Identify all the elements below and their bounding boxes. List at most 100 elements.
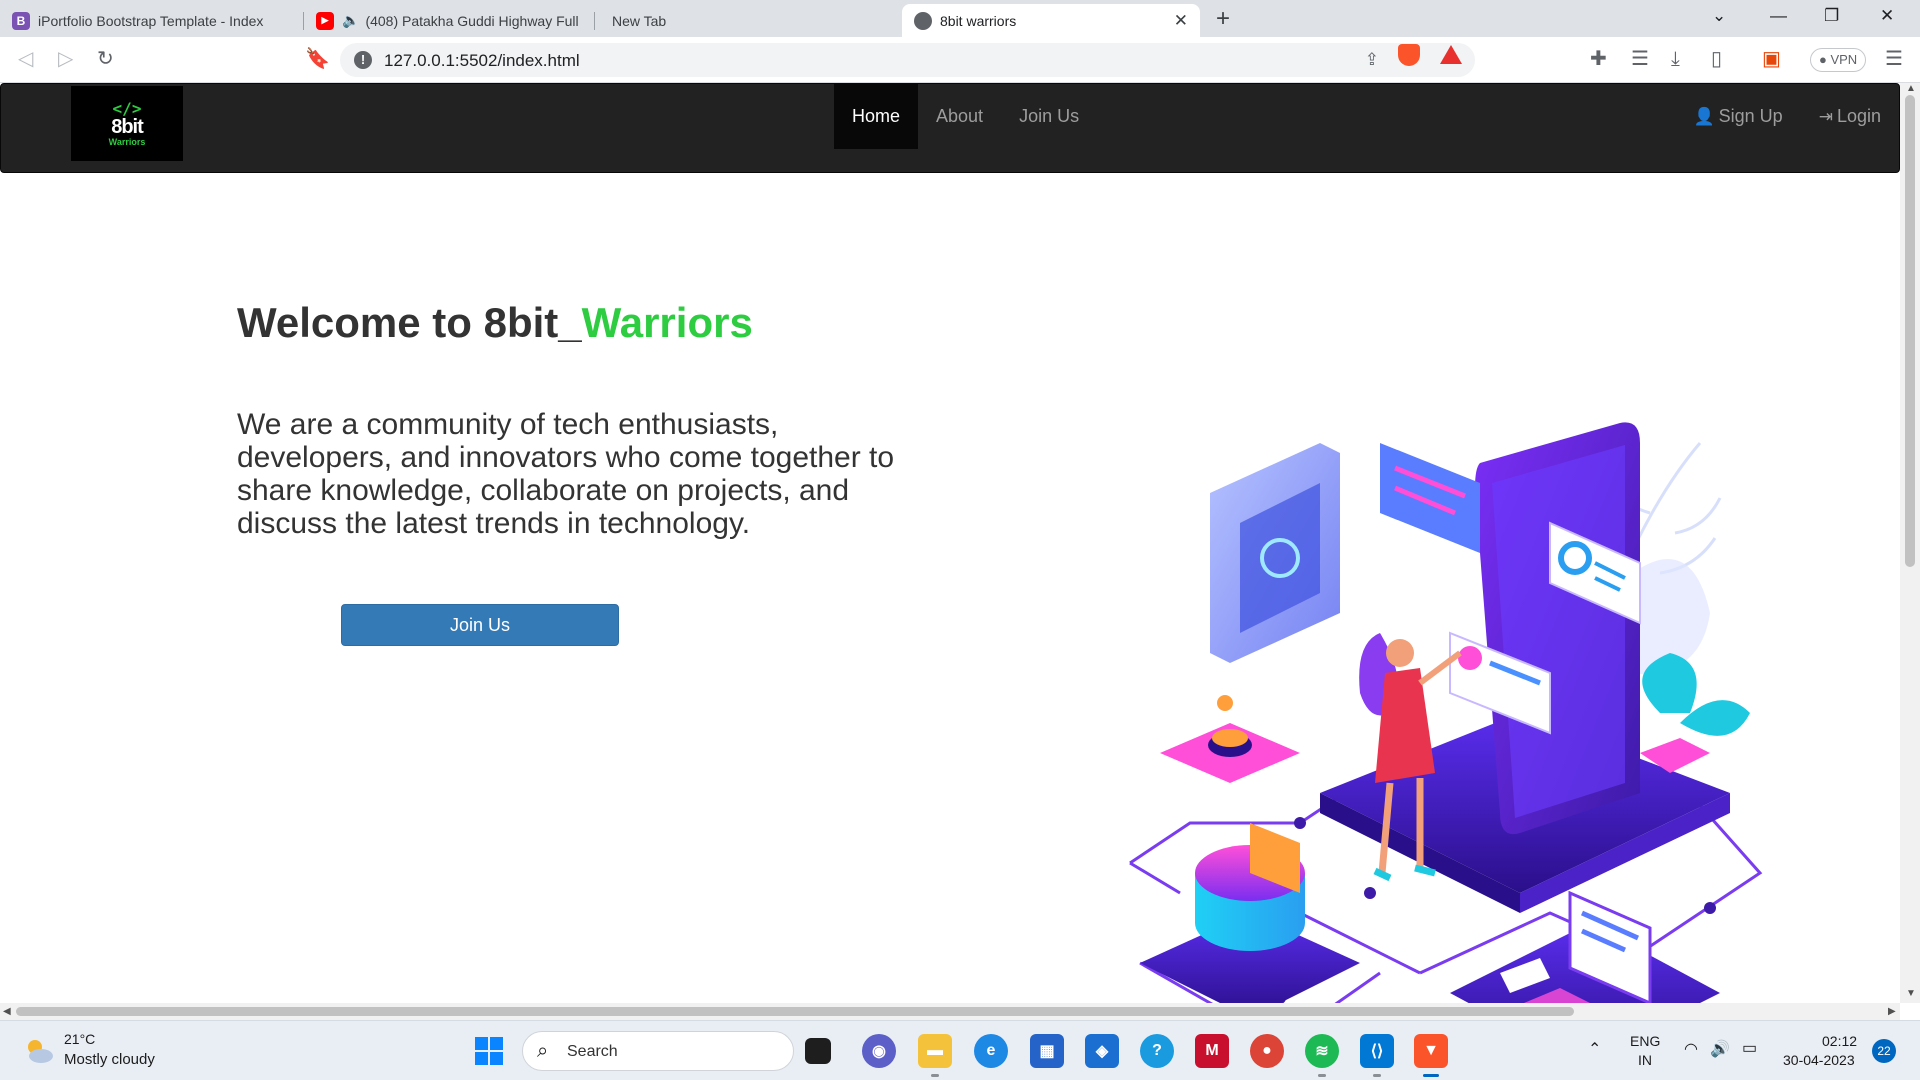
bookmark-icon[interactable]: 🔖 <box>305 47 330 71</box>
vertical-scrollbar[interactable]: ▲ ▼ <box>1900 83 1920 1003</box>
downloads-icon[interactable]: ⤓ <box>1671 47 1680 71</box>
auth-nav: 👤 Sign Up ⇥ Login <box>1675 84 1899 149</box>
login-icon: ⇥ <box>1818 107 1833 126</box>
site-logo[interactable]: </> 8bit Warriors <box>71 86 183 161</box>
clock-time[interactable]: 02:12 <box>1822 1033 1857 1049</box>
nav-sign-up[interactable]: 👤 Sign Up <box>1675 84 1800 149</box>
hero-description: We are a community of tech enthusiasts, … <box>237 408 895 540</box>
vpn-button[interactable]: ● VPN <box>1810 48 1867 72</box>
address-bar[interactable]: ! 127.0.0.1:5502/index.html ⇪ <box>340 43 1475 77</box>
clock-date[interactable]: 30-04-2023 <box>1783 1052 1855 1068</box>
security-app-icon[interactable]: ◈ <box>1085 1034 1119 1068</box>
tab-search-chevron-icon[interactable]: ⌄ <box>1712 6 1726 26</box>
scroll-right-icon[interactable]: ▶ <box>1888 1006 1896 1017</box>
task-view-icon[interactable] <box>805 1038 831 1064</box>
battery-icon[interactable]: ▭ <box>1742 1038 1757 1058</box>
restore-button[interactable]: ❐ <box>1824 6 1839 26</box>
site-info-icon[interactable]: ! <box>354 51 372 69</box>
url-text[interactable]: 127.0.0.1:5502/index.html <box>384 51 580 71</box>
edge-browser-icon[interactable]: e <box>974 1034 1008 1068</box>
bootstrap-icon: B <box>12 11 30 30</box>
youtube-icon: ▶ <box>316 11 334 30</box>
running-indicator <box>1318 1074 1326 1077</box>
help-icon[interactable]: ? <box>1140 1034 1174 1068</box>
tab-8bit-warriors[interactable]: 8bit warriors ✕ <box>902 4 1200 37</box>
vertical-scroll-thumb[interactable] <box>1905 95 1915 567</box>
sidebar-icon[interactable]: ▯ <box>1711 47 1722 71</box>
mcafee-icon[interactable]: M <box>1195 1034 1229 1068</box>
windows-taskbar: 21°C Mostly cloudy ⌕ Search ◉ ▬ e ▦ ◈ ? … <box>0 1020 1920 1080</box>
nav-about[interactable]: About <box>918 84 1001 149</box>
wallet-icon[interactable]: ▣ <box>1762 47 1781 71</box>
scroll-down-icon[interactable]: ▼ <box>1906 988 1916 999</box>
search-label: Search <box>567 1043 618 1060</box>
start-button[interactable] <box>472 1034 506 1068</box>
horizontal-scrollbar[interactable]: ◀ ▶ <box>0 1003 1900 1020</box>
browser-tab-bar: B iPortfolio Bootstrap Template - Index … <box>0 0 1920 37</box>
speaker-icon[interactable]: 🔈 <box>342 12 359 29</box>
nav-join-us[interactable]: Join Us <box>1001 84 1097 149</box>
main-nav: Home About Join Us <box>834 84 1097 149</box>
nav-home[interactable]: Home <box>834 84 919 149</box>
forward-icon[interactable]: ▷ <box>58 47 73 71</box>
plant-leaves <box>1642 653 1750 736</box>
taskbar-search[interactable]: ⌕ Search <box>522 1031 794 1071</box>
brave-rewards-icon[interactable] <box>1440 45 1462 64</box>
file-explorer-icon[interactable]: ▬ <box>918 1034 952 1068</box>
horizontal-scroll-thumb[interactable] <box>16 1007 1574 1016</box>
ui-card-top <box>1380 443 1480 553</box>
globe-icon <box>914 11 932 30</box>
tab-new-tab[interactable]: New Tab <box>596 4 896 37</box>
join-us-button[interactable]: Join Us <box>341 604 619 646</box>
back-icon[interactable]: ◁ <box>18 47 33 71</box>
scroll-up-icon[interactable]: ▲ <box>1906 83 1916 94</box>
tab-iportfolio[interactable]: B iPortfolio Bootstrap Template - Index <box>0 4 300 37</box>
user-icon: 👤 <box>1693 107 1715 126</box>
menu-icon[interactable]: ☰ <box>1885 47 1903 71</box>
hero-illustration <box>1129 422 1763 1003</box>
notification-badge[interactable]: 22 <box>1872 1039 1896 1063</box>
show-hidden-icons-chevron[interactable]: ⌃ <box>1588 1039 1601 1059</box>
teams-chat-icon[interactable]: ◉ <box>862 1034 896 1068</box>
weather-cloudy-icon[interactable] <box>22 1034 56 1068</box>
site-navbar: </> 8bit Warriors Home About Join Us 👤 S… <box>0 83 1900 173</box>
hero-title: Welcome to 8bit_Warriors <box>237 299 753 347</box>
sign-up-label: Sign Up <box>1718 106 1783 126</box>
share-icon[interactable]: ⇪ <box>1365 50 1379 70</box>
language-line1[interactable]: ENG <box>1630 1033 1660 1049</box>
running-indicator <box>1373 1074 1381 1077</box>
hero-title-accent: Warriors <box>581 299 753 346</box>
brave-shields-icon[interactable] <box>1398 44 1420 66</box>
tab-title: iPortfolio Bootstrap Template - Index <box>38 12 264 29</box>
tab-title: (408) Patakha Guddi Highway Full <box>365 12 579 29</box>
tab-separator <box>594 12 595 30</box>
close-window-button[interactable]: ✕ <box>1880 6 1894 26</box>
language-line2[interactable]: IN <box>1638 1052 1652 1068</box>
close-tab-icon[interactable]: ✕ <box>1174 11 1188 31</box>
windows-logo-icon <box>475 1037 503 1065</box>
tab-youtube[interactable]: ▶ 🔈 (408) Patakha Guddi Highway Full <box>304 4 590 37</box>
brave-browser-icon[interactable]: ▼ <box>1414 1034 1448 1068</box>
hero-title-prefix: Welcome to 8bit_ <box>237 299 582 346</box>
extensions-icon[interactable]: ✚ <box>1590 47 1607 71</box>
minimize-button[interactable]: — <box>1770 6 1787 26</box>
weather-temperature[interactable]: 21°C <box>64 1031 95 1047</box>
vpn-label: VPN <box>1830 52 1858 67</box>
weather-description[interactable]: Mostly cloudy <box>64 1051 155 1068</box>
volume-icon[interactable]: 🔊 <box>1710 1039 1730 1059</box>
wifi-icon[interactable]: ◠ <box>1684 1039 1698 1059</box>
chrome-icon[interactable]: ● <box>1250 1034 1284 1068</box>
vscode-icon[interactable]: ⟨⟩ <box>1360 1034 1394 1068</box>
logo-subtitle: Warriors <box>108 136 146 147</box>
tab-title: 8bit warriors <box>940 12 1017 29</box>
spotify-icon[interactable]: ≋ <box>1305 1034 1339 1068</box>
scroll-left-icon[interactable]: ◀ <box>3 1006 11 1017</box>
media-controls-icon[interactable]: ☰ <box>1631 47 1649 71</box>
nav-login[interactable]: ⇥ Login <box>1801 84 1899 149</box>
new-tab-button[interactable]: + <box>1216 5 1230 33</box>
logo-name: 8bit <box>111 115 144 138</box>
running-indicator <box>931 1074 939 1077</box>
microsoft-store-icon[interactable]: ▦ <box>1030 1034 1064 1068</box>
reload-icon[interactable]: ↻ <box>97 47 114 71</box>
tab-title: New Tab <box>612 12 667 29</box>
